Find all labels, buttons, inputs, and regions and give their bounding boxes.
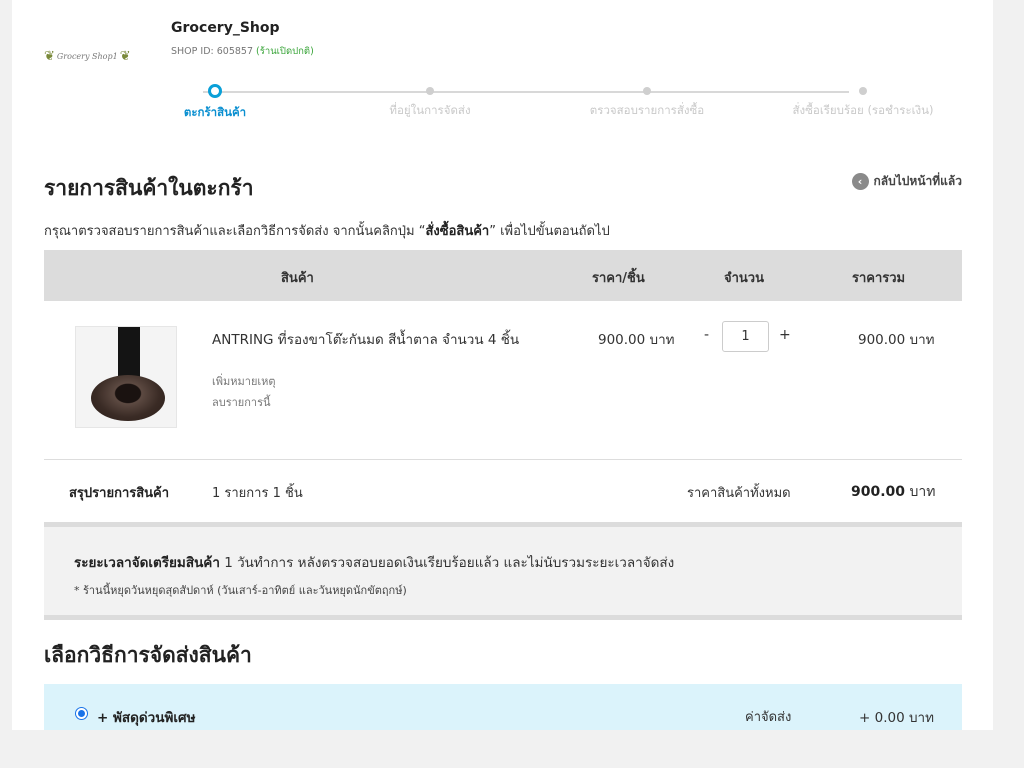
preparation-time: ระยะเวลาจัดเตรียมสินค้า 1 วันทำการ หลังต… [74, 551, 674, 573]
instructions-highlight: สั่งซื้อสินค้า [425, 224, 490, 239]
shipping-option-name: + พัสดุด่วนพิเศษ [97, 710, 196, 726]
header-total: ราคารวม [852, 271, 906, 286]
shop-logo: ❦ Grocery Shop1 ❦ [44, 38, 154, 74]
product-image[interactable] [75, 326, 177, 428]
preparation-text: 1 วันทำการ หลังตรวจสอบยอดเงินเรียบร้อยแล… [219, 555, 675, 571]
step-cart: ตะกร้าสินค้า [125, 82, 305, 122]
shop-logo-text: Grocery Shop1 [56, 51, 118, 61]
step-label: ตะกร้าสินค้า [183, 105, 247, 119]
checkout-page: ❦ Grocery Shop1 ❦ Grocery_Shop SHOP ID: … [12, 0, 993, 730]
header-quantity: จำนวน [724, 271, 764, 286]
quantity-input[interactable] [722, 321, 769, 352]
step-complete-indicator [859, 87, 867, 95]
step-address: ที่อยู่ในการจัดส่ง [340, 82, 520, 120]
summary-label: สรุปรายการสินค้า [69, 486, 170, 501]
quantity-increase-button[interactable]: + [779, 327, 791, 343]
leaf-left-icon: ❦ [44, 48, 55, 64]
chevron-left-icon: ‹ [851, 173, 869, 190]
shop-id: SHOP ID: 605857 [171, 46, 254, 57]
preparation-label: ระยะเวลาจัดเตรียมสินค้า [74, 555, 220, 571]
holiday-note: * ร้านนี้หยุดวันหยุดสุดสัปดาห์ (วันเสาร์… [74, 584, 407, 597]
step-cart-indicator [208, 84, 222, 98]
step-label: ที่อยู่ในการจัดส่ง [389, 103, 471, 117]
cart-table-header: สินค้า ราคา/ชิ้น จำนวน ราคารวม [44, 250, 962, 301]
shipping-fee: + 0.00 บาท [859, 710, 935, 726]
shipping-fee-label: ค่าจัดส่ง [745, 710, 792, 725]
product-name[interactable]: ANTRING ที่รองขาโต๊ะกันมด สีน้ำตาล จำนวน… [212, 328, 519, 350]
step-address-indicator [426, 87, 434, 95]
shop-meta: SHOP ID: 605857 (ร้านเปิดปกติ) [171, 44, 314, 59]
quantity-decrease-button[interactable]: - [704, 327, 709, 343]
unit-price: 900.00 บาท [598, 332, 675, 348]
checkout-stepper: ตะกร้าสินค้า ที่อยู่ในการจัดส่ง ตรวจสอบร… [167, 82, 957, 122]
shipping-title: เลือกวิธีการจัดส่งสินค้า [44, 643, 252, 667]
step-review: ตรวจสอบรายการสั่งซื้อ [557, 82, 737, 120]
step-label: ตรวจสอบรายการสั่งซื้อ [589, 103, 705, 117]
line-total: 900.00 บาท [858, 332, 935, 348]
shipping-option[interactable]: + พัสดุด่วนพิเศษ ค่าจัดส่ง + 0.00 บาท [44, 684, 962, 730]
step-review-indicator [643, 87, 651, 95]
step-complete: สั่งซื้อเรียบร้อย (รอชำระเงิน) [773, 82, 953, 120]
step-label: สั่งซื้อเรียบร้อย (รอชำระเงิน) [792, 103, 934, 117]
cart-title: รายการสินค้าในตะกร้า [44, 176, 254, 200]
back-link-label: กลับไปหน้าที่แล้ว [873, 174, 962, 188]
leaf-right-icon: ❦ [119, 48, 131, 64]
preparation-info-box: ระยะเวลาจัดเตรียมสินค้า 1 วันทำการ หลังต… [44, 522, 962, 620]
back-link[interactable]: ‹ กลับไปหน้าที่แล้ว [851, 172, 962, 191]
summary-total-value: 900.00 [851, 484, 906, 500]
shipping-radio[interactable] [75, 707, 88, 720]
summary-total: 900.00 บาท [851, 481, 935, 503]
cart-instructions: กรุณาตรวจสอบรายการสินค้าและเลือกวิธีการจ… [44, 224, 610, 239]
shop-name[interactable]: Grocery_Shop [171, 20, 280, 36]
add-note-link[interactable]: เพิ่มหมายเหตุ [212, 372, 276, 390]
header-product: สินค้า [281, 271, 314, 286]
header-unit-price: ราคา/ชิ้น [592, 271, 645, 286]
summary-total-label: ราคาสินค้าทั้งหมด [687, 486, 791, 501]
summary-count: 1 รายการ 1 ชิ้น [212, 486, 303, 501]
remove-item-link[interactable]: ลบรายการนี้ [212, 393, 271, 411]
shop-status: (ร้านเปิดปกติ) [256, 46, 314, 57]
summary-currency: บาท [909, 484, 936, 500]
divider [44, 459, 962, 460]
